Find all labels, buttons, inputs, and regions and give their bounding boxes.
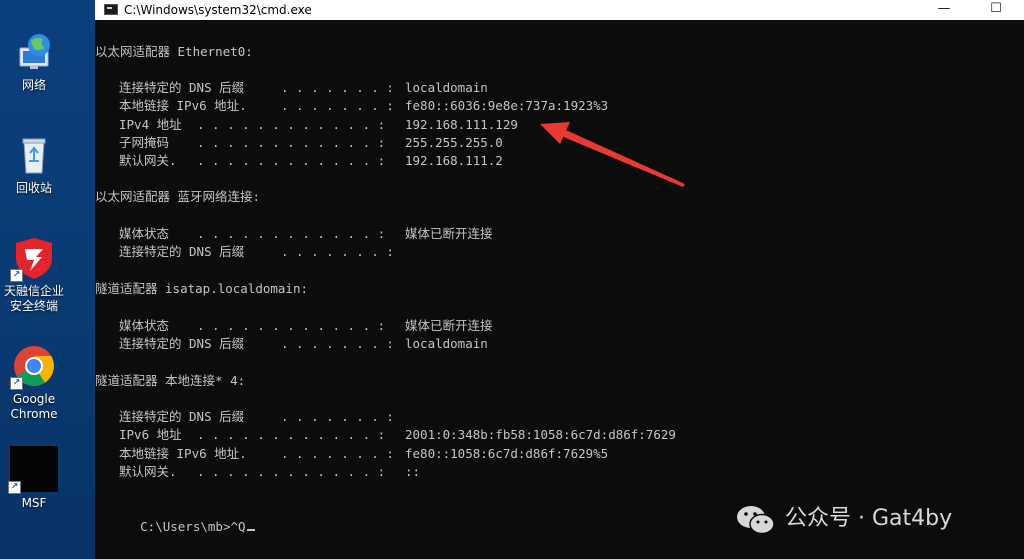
row-value: 媒体已断开连接	[405, 226, 493, 241]
console-output[interactable]: 以太网适配器 Ethernet0: 连接特定的 DNS 后缀 . . . . .…	[95, 20, 1024, 559]
ipconfig-row: 连接特定的 DNS 后缀 . . . . . . . :	[119, 408, 394, 426]
row-value: ::	[405, 464, 421, 479]
cmd-icon	[104, 4, 118, 15]
row-value: 2001:0:348b:fb58:1058:6c7d:d86f:7629	[405, 427, 676, 442]
row-label: 默认网关.	[119, 153, 177, 168]
row-dots: . . . . . . . . . . . . :	[197, 464, 386, 479]
desktop-icon-msf[interactable]: ↗ MSF	[0, 446, 68, 511]
shortcut-arrow-icon: ↗	[10, 377, 23, 390]
maximize-button[interactable]: ☐	[973, 0, 1019, 20]
cmd-window[interactable]: C:\Windows\system32\cmd.exe — ☐ 以太网适配器 E…	[95, 0, 1024, 559]
network-icon	[12, 30, 56, 74]
row-dots: . . . . . . . :	[281, 98, 394, 113]
row-dots: . . . . . . . . . . . . :	[197, 226, 386, 241]
minimize-button[interactable]: —	[921, 0, 967, 20]
ipconfig-row: 默认网关. . . . . . . . . . . . . : 192.168.…	[119, 152, 503, 170]
title-bar[interactable]: C:\Windows\system32\cmd.exe — ☐	[95, 0, 1024, 20]
msf-icon: ↗	[8, 446, 58, 494]
row-dots: . . . . . . . :	[281, 446, 394, 461]
ipconfig-row: 本地链接 IPv6 地址. . . . . . . . : fe80::6036…	[119, 97, 608, 115]
ipconfig-row: 子网掩码 . . . . . . . . . . . . : 255.255.2…	[119, 134, 503, 152]
row-label: 媒体状态	[119, 318, 170, 333]
row-label: IPv6 地址	[119, 427, 182, 442]
recycle-bin-icon	[12, 133, 56, 177]
ipconfig-row: 默认网关. . . . . . . . . . . . . : ::	[119, 463, 420, 481]
row-label: 连接特定的 DNS 后缀	[119, 336, 245, 351]
row-label: 本地链接 IPv6 地址.	[119, 446, 247, 461]
chrome-icon: ↗	[10, 344, 56, 390]
row-value: 192.168.111.2	[405, 153, 503, 168]
row-dots: . . . . . . . . . . . . :	[197, 427, 386, 442]
ipconfig-row: 连接特定的 DNS 后缀 . . . . . . . : localdomain	[119, 335, 488, 353]
row-dots: . . . . . . . :	[281, 80, 394, 95]
adapter-header: 以太网适配器 Ethernet0:	[95, 44, 253, 59]
text-cursor	[246, 529, 255, 531]
window-title: C:\Windows\system32\cmd.exe	[124, 3, 312, 17]
desktop: 网络 回收站 ↗ 天融信企业安全终端 ↗ Google Chrome ↗ MSF	[0, 0, 95, 559]
command-prompt[interactable]: C:\Users\mb>^Q	[95, 500, 255, 534]
row-dots: . . . . . . . . . . . . :	[197, 135, 386, 150]
adapter-header: 以太网适配器 蓝牙网络连接:	[95, 189, 261, 204]
shortcut-arrow-icon: ↗	[8, 481, 21, 494]
wechat-icon	[737, 506, 775, 535]
ipconfig-row-ipv4: IPv4 地址 . . . . . . . . . . . . : 192.16…	[119, 116, 518, 134]
desktop-icon-topsec[interactable]: ↗ 天融信企业安全终端	[0, 236, 68, 314]
topsec-shield-icon: ↗	[10, 236, 56, 282]
row-value: localdomain	[405, 336, 488, 351]
adapter-header: 隧道适配器 isatap.localdomain:	[95, 281, 309, 296]
annotation-arrow-icon	[540, 122, 685, 187]
desktop-icon-label: 网络	[21, 78, 46, 92]
row-dots: . . . . . . . . . . . . :	[197, 153, 386, 168]
ipconfig-row: 本地链接 IPv6 地址. . . . . . . . : fe80::1058…	[119, 445, 608, 463]
ipconfig-row: 连接特定的 DNS 后缀 . . . . . . . :	[119, 243, 394, 261]
prompt-text: C:\Users\mb>^Q	[140, 519, 246, 534]
row-label: 连接特定的 DNS 后缀	[119, 244, 245, 259]
ipconfig-row: 媒体状态 . . . . . . . . . . . . : 媒体已断开连接	[119, 317, 493, 335]
row-dots: . . . . . . . :	[281, 409, 394, 424]
row-label: 连接特定的 DNS 后缀	[119, 409, 245, 424]
row-value: 255.255.255.0	[405, 135, 503, 150]
row-dots: . . . . . . . :	[281, 336, 394, 351]
row-label: 连接特定的 DNS 后缀	[119, 80, 245, 95]
row-dots: . . . . . . . . . . . . :	[197, 318, 386, 333]
row-value: localdomain	[405, 80, 488, 95]
ipconfig-row: 媒体状态 . . . . . . . . . . . . : 媒体已断开连接	[119, 225, 493, 243]
row-value: fe80::6036:9e8e:737a:1923%3	[405, 98, 609, 113]
row-label: 媒体状态	[119, 226, 170, 241]
desktop-icon-label: Google Chrome	[10, 392, 58, 421]
desktop-icon-recycle-bin[interactable]: 回收站	[0, 133, 68, 196]
row-value: 192.168.111.129	[405, 117, 518, 132]
desktop-icon-network[interactable]: 网络	[0, 30, 68, 93]
ipconfig-row: 连接特定的 DNS 后缀 . . . . . . . : localdomain	[119, 79, 488, 97]
row-dots: . . . . . . . :	[281, 244, 394, 259]
desktop-icon-label: 回收站	[15, 181, 52, 195]
desktop-icon-chrome[interactable]: ↗ Google Chrome	[0, 344, 68, 422]
row-label: 默认网关.	[119, 464, 177, 479]
watermark-text: 公众号 · Gat4by	[785, 506, 953, 531]
row-label: 子网掩码	[119, 135, 170, 150]
desktop-icon-label: MSF	[21, 496, 47, 510]
desktop-icon-label: 天融信企业安全终端	[3, 284, 64, 313]
row-value: fe80::1058:6c7d:d86f:7629%5	[405, 446, 609, 461]
adapter-header: 隧道适配器 本地连接* 4:	[95, 373, 246, 388]
row-dots: . . . . . . . . . . . . :	[197, 117, 386, 132]
shortcut-arrow-icon: ↗	[10, 269, 23, 282]
row-label: 本地链接 IPv6 地址.	[119, 98, 247, 113]
row-value: 媒体已断开连接	[405, 318, 493, 333]
ipconfig-row: IPv6 地址 . . . . . . . . . . . . : 2001:0…	[119, 426, 676, 444]
row-label: IPv4 地址	[119, 117, 182, 132]
